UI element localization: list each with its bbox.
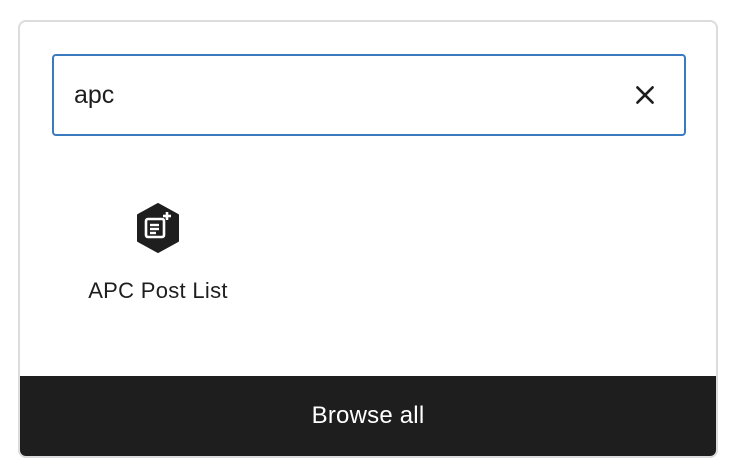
- close-icon: [636, 86, 654, 104]
- browse-all-button[interactable]: Browse all: [20, 376, 716, 456]
- search-box: [52, 54, 686, 136]
- block-result-label: APC Post List: [88, 278, 228, 303]
- browse-all-label: Browse all: [311, 402, 425, 429]
- block-inserter-panel: APC Post List Browse all: [18, 20, 718, 458]
- clear-search-button[interactable]: [628, 78, 662, 112]
- search-input[interactable]: [74, 56, 614, 134]
- post-list-add-icon: [132, 202, 184, 254]
- block-result-apc-post-list[interactable]: APC Post List: [72, 202, 244, 326]
